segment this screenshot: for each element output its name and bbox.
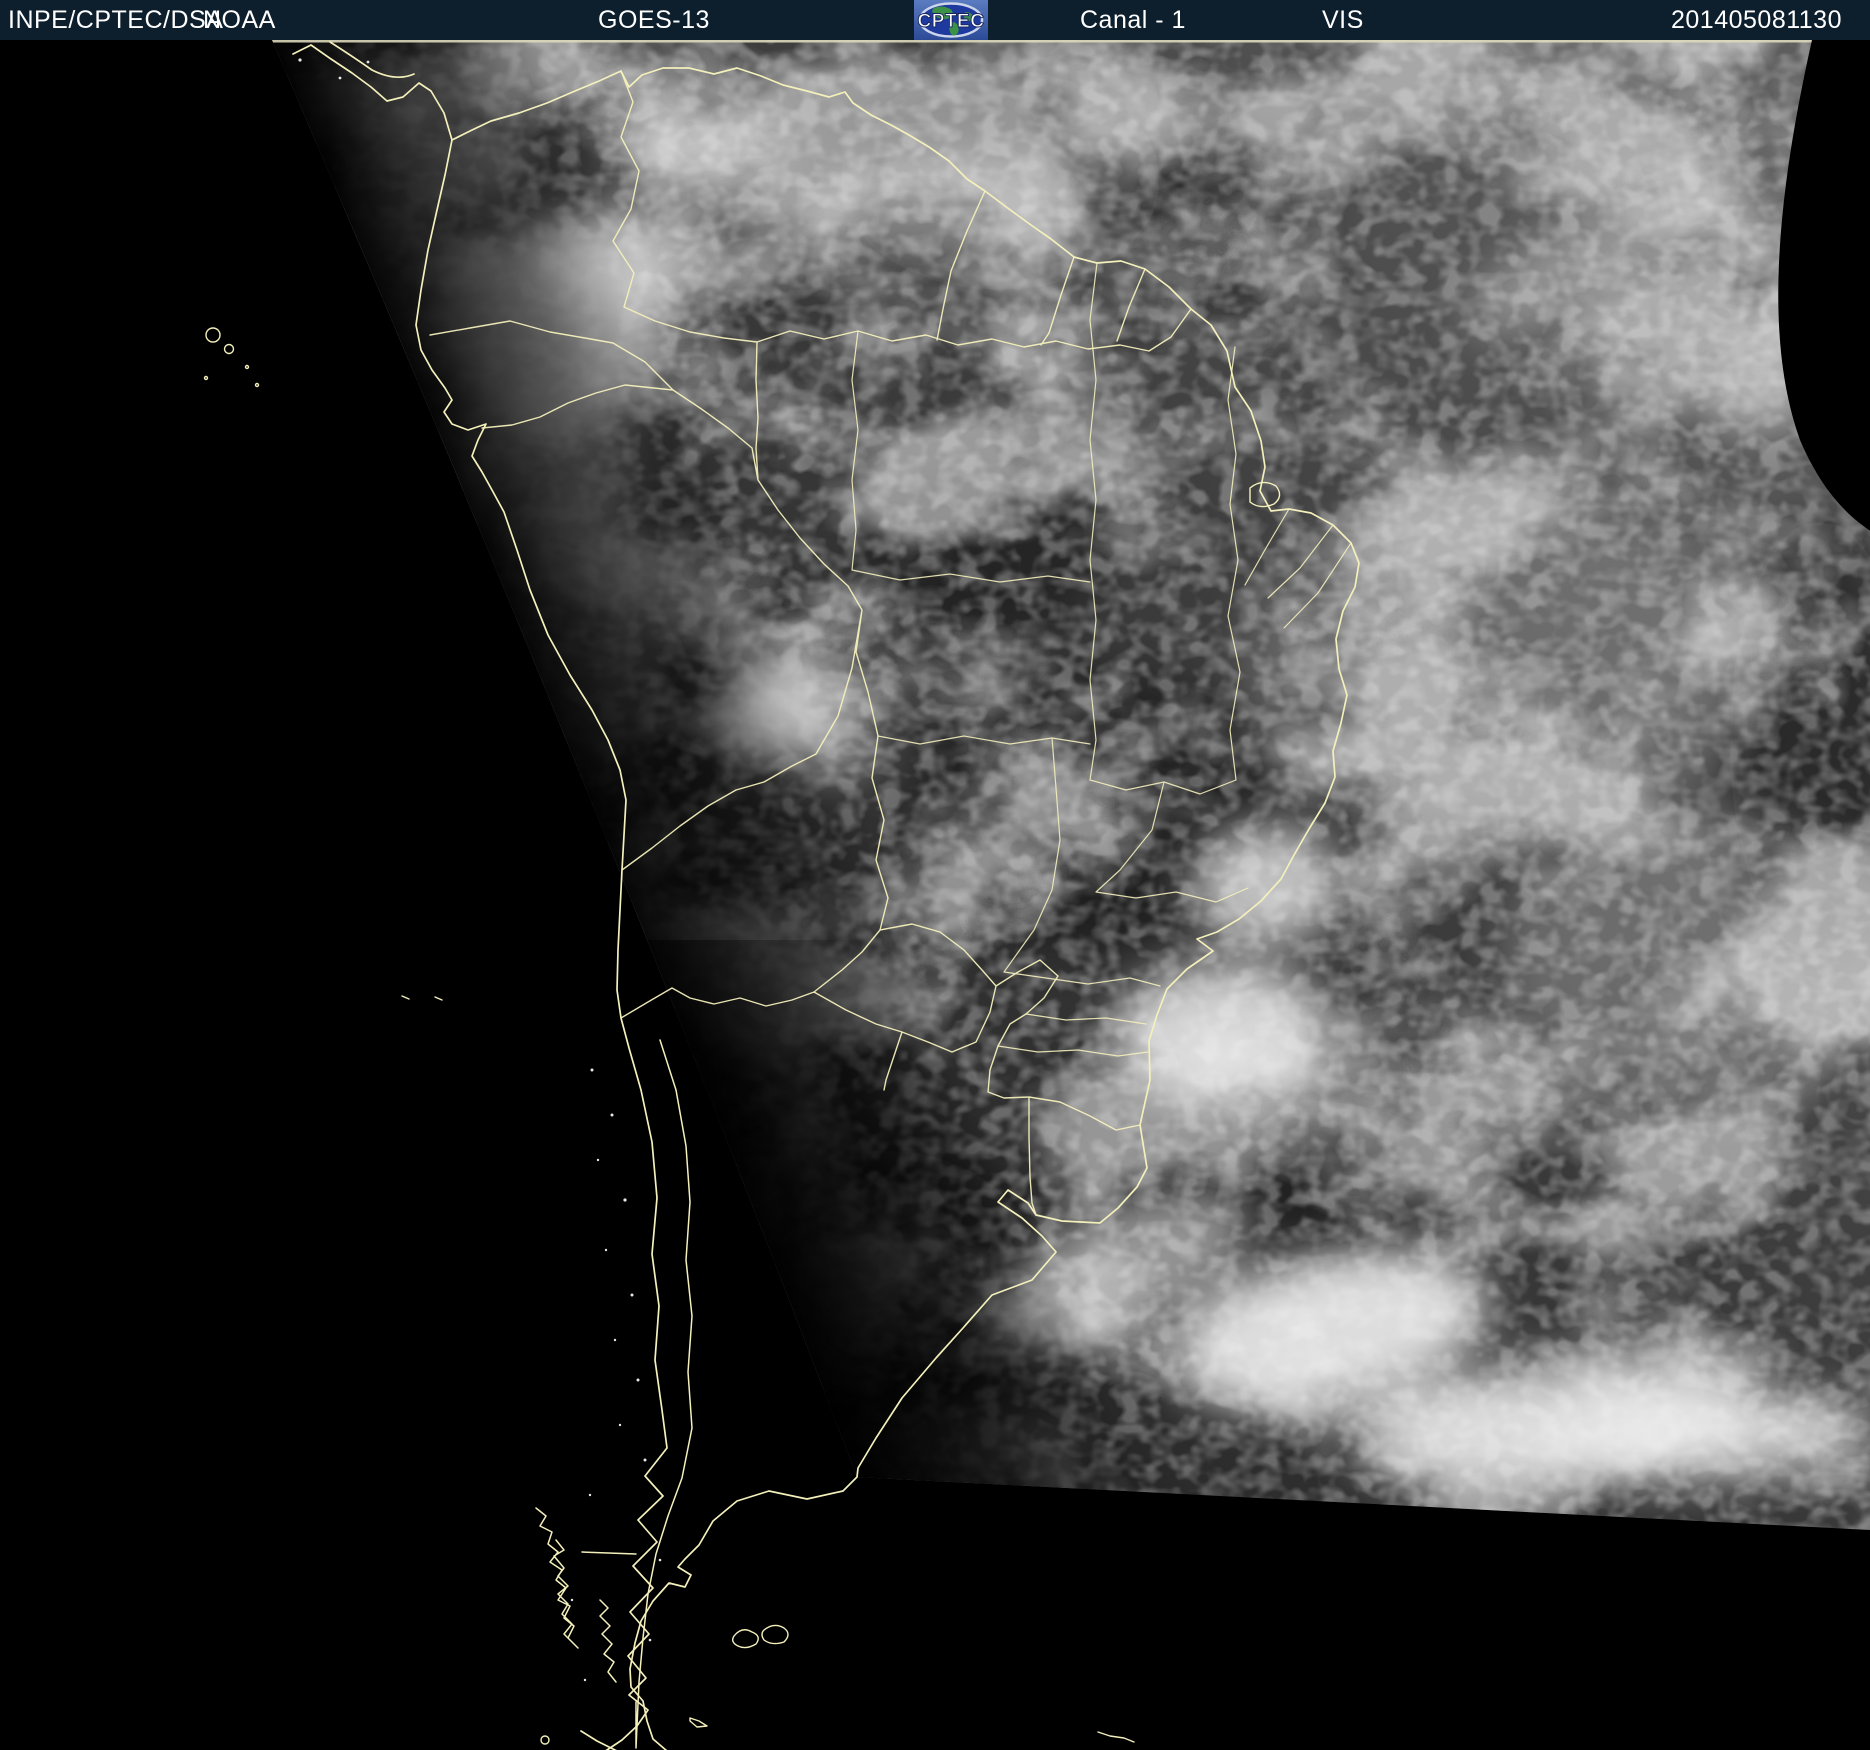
timestamp-label: 201405081130 <box>1671 6 1842 34</box>
satellite-image-area <box>0 40 1870 1750</box>
channel-type-label: VIS <box>1322 6 1364 34</box>
scan-top-line <box>272 40 1870 43</box>
noaa-label: NOAA <box>203 6 276 34</box>
cptec-logo: CPTEC <box>914 0 988 40</box>
header-bar: INPE/CPTEC/DSA NOAA GOES-13 CPTEC Canal … <box>0 0 1870 40</box>
agency-label: INPE/CPTEC/DSA <box>8 6 224 34</box>
satellite-label: GOES-13 <box>598 6 710 34</box>
logo-text: CPTEC <box>918 11 985 32</box>
channel-label: Canal - 1 <box>1080 6 1186 34</box>
satellite-map <box>0 40 1870 1750</box>
